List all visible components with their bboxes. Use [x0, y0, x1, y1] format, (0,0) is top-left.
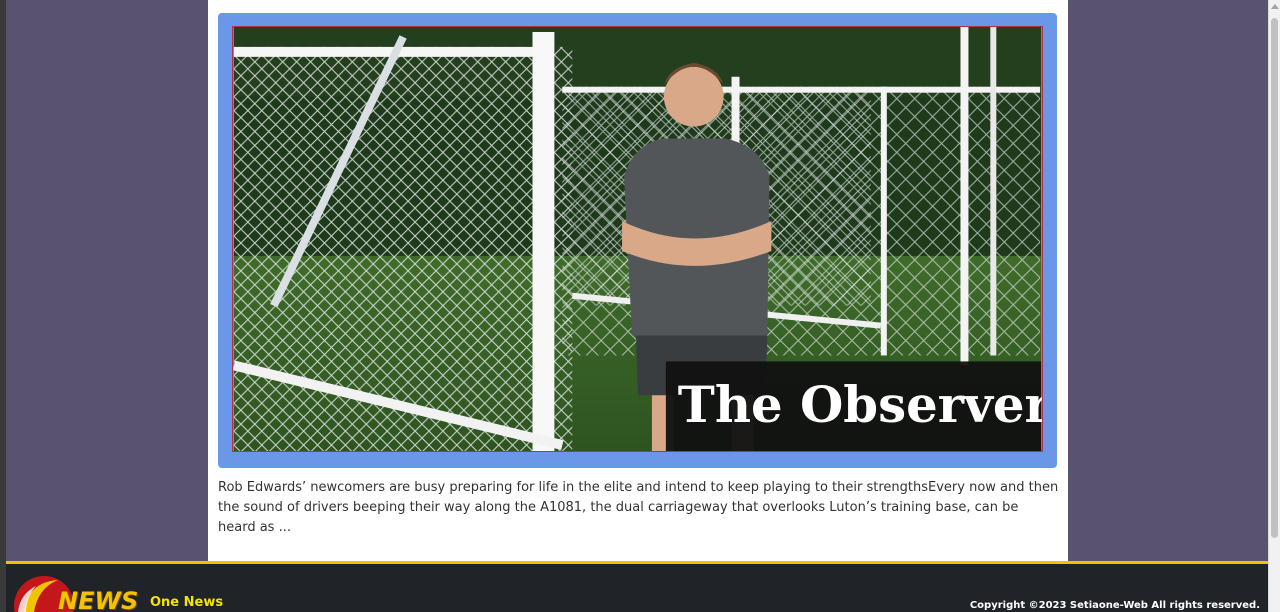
logo-text: NEWS: [58, 587, 139, 612]
observer-watermark: The Observer: [678, 375, 1043, 434]
vertical-scrollbar[interactable]: [1268, 0, 1280, 612]
article-image-frame[interactable]: The Observer: [218, 13, 1057, 468]
scroll-up-arrow-icon[interactable]: [1271, 4, 1279, 9]
article-image[interactable]: The Observer: [232, 26, 1043, 452]
copyright-text: Copyright ©2023 Setiaone-Web All rights …: [969, 600, 1260, 611]
article-excerpt: Rob Edwards’ newcomers are busy preparin…: [218, 480, 1059, 535]
site-name[interactable]: One News: [150, 595, 223, 610]
site-footer: NEWS One News Copyright ©2023 Setiaone-W…: [6, 561, 1268, 612]
scrollbar-thumb[interactable]: [1271, 18, 1278, 538]
window-left-edge: [0, 0, 6, 612]
site-logo[interactable]: NEWS: [14, 574, 144, 612]
article-card: The Observer Rob Edwards’ newcomers are …: [208, 0, 1068, 562]
